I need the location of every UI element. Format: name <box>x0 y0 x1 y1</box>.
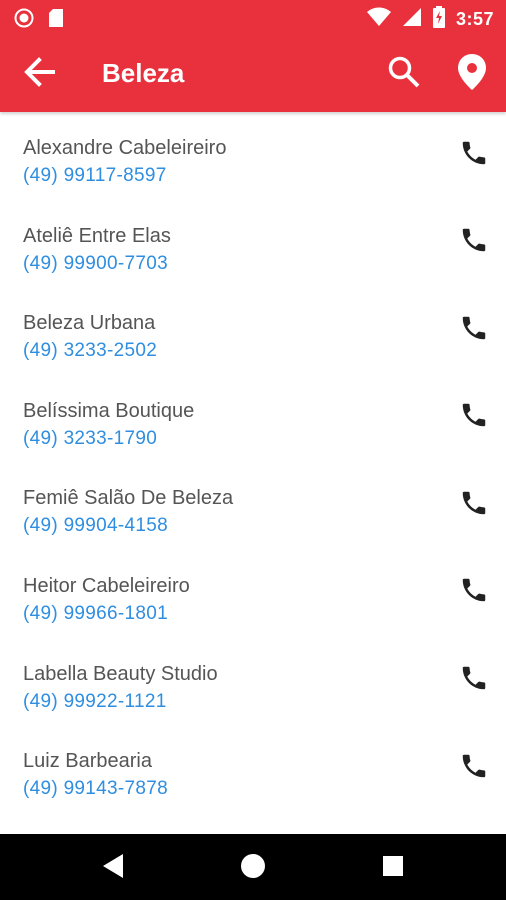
business-list: Alexandre Cabeleireiro (49) 99117-8597 A… <box>0 112 506 834</box>
business-phone[interactable]: (49) 99966-1801 <box>23 603 168 625</box>
back-triangle-icon <box>101 853 125 884</box>
business-name: Luiz Barbearia <box>23 750 152 773</box>
wifi-icon <box>366 7 392 32</box>
nav-recents-button[interactable] <box>371 846 415 890</box>
location-button[interactable] <box>450 52 494 96</box>
home-circle-icon <box>240 853 266 884</box>
call-button[interactable] <box>456 575 492 611</box>
business-phone[interactable]: (49) 3233-1790 <box>23 428 157 450</box>
business-name: Labella Beauty Studio <box>23 662 218 685</box>
list-item[interactable]: Femiê Salão De Beleza (49) 99904-4158 <box>0 462 506 550</box>
phone-icon <box>459 225 489 260</box>
status-time: 3:57 <box>455 9 494 29</box>
list-item[interactable]: Beleza Urbana (49) 3233-2502 <box>0 287 506 375</box>
notification-dot-icon <box>14 8 34 33</box>
business-phone[interactable]: (49) 99900-7703 <box>23 253 168 275</box>
list-item[interactable]: Heitor Cabeleireiro (49) 99966-1801 <box>0 550 506 638</box>
call-button[interactable] <box>456 487 492 523</box>
business-phone[interactable]: (49) 3233-2502 <box>23 340 157 362</box>
phone-icon <box>459 488 489 523</box>
phone-icon <box>459 400 489 435</box>
recents-square-icon <box>382 855 404 882</box>
signal-icon <box>402 7 422 32</box>
business-phone[interactable]: (49) 99117-8597 <box>23 165 167 187</box>
phone-icon <box>459 575 489 610</box>
business-name: Ateliê Entre Elas <box>23 224 171 247</box>
phone-icon <box>459 138 489 173</box>
call-button[interactable] <box>456 400 492 436</box>
business-name: Belíssima Boutique <box>23 399 195 422</box>
nav-home-button[interactable] <box>231 846 275 890</box>
call-button[interactable] <box>456 663 492 699</box>
list-item[interactable]: Luiz Barbearia (49) 99143-7878 <box>0 725 506 813</box>
sd-card-icon <box>48 8 64 33</box>
location-pin-icon <box>457 53 487 96</box>
phone-icon <box>459 751 489 786</box>
business-phone[interactable]: (49) 99143-7878 <box>23 778 168 800</box>
business-name: Heitor Cabeleireiro <box>23 574 190 597</box>
battery-charging-icon <box>432 6 446 33</box>
status-bar: 3:57 <box>0 0 506 36</box>
system-nav-bar <box>0 834 506 900</box>
search-button[interactable] <box>382 52 426 96</box>
business-phone[interactable]: (49) 99922-1121 <box>23 691 167 713</box>
app-bar: Beleza <box>0 36 506 112</box>
list-item[interactable]: Ateliê Entre Elas (49) 99900-7703 <box>0 200 506 288</box>
list-item[interactable]: Belíssima Boutique (49) 3233-1790 <box>0 375 506 463</box>
call-button[interactable] <box>456 225 492 261</box>
business-phone[interactable]: (49) 99904-4158 <box>23 515 168 537</box>
search-icon <box>387 55 421 94</box>
list-item[interactable]: Alexandre Cabeleireiro (49) 99117-8597 <box>0 112 506 200</box>
business-name: Femiê Salão De Beleza <box>23 487 234 510</box>
business-name: Beleza Urbana <box>23 312 156 335</box>
page-title: Beleza <box>102 58 185 88</box>
call-button[interactable] <box>456 312 492 348</box>
call-button[interactable] <box>456 137 492 173</box>
back-arrow-icon <box>23 55 57 94</box>
business-name: Alexandre Cabeleireiro <box>23 137 227 159</box>
list-item[interactable]: Labella Beauty Studio (49) 99922-1121 <box>0 638 506 726</box>
nav-back-button[interactable] <box>91 846 135 890</box>
phone-icon <box>459 313 489 348</box>
phone-icon <box>459 663 489 698</box>
call-button[interactable] <box>456 750 492 786</box>
back-button[interactable] <box>18 52 62 96</box>
